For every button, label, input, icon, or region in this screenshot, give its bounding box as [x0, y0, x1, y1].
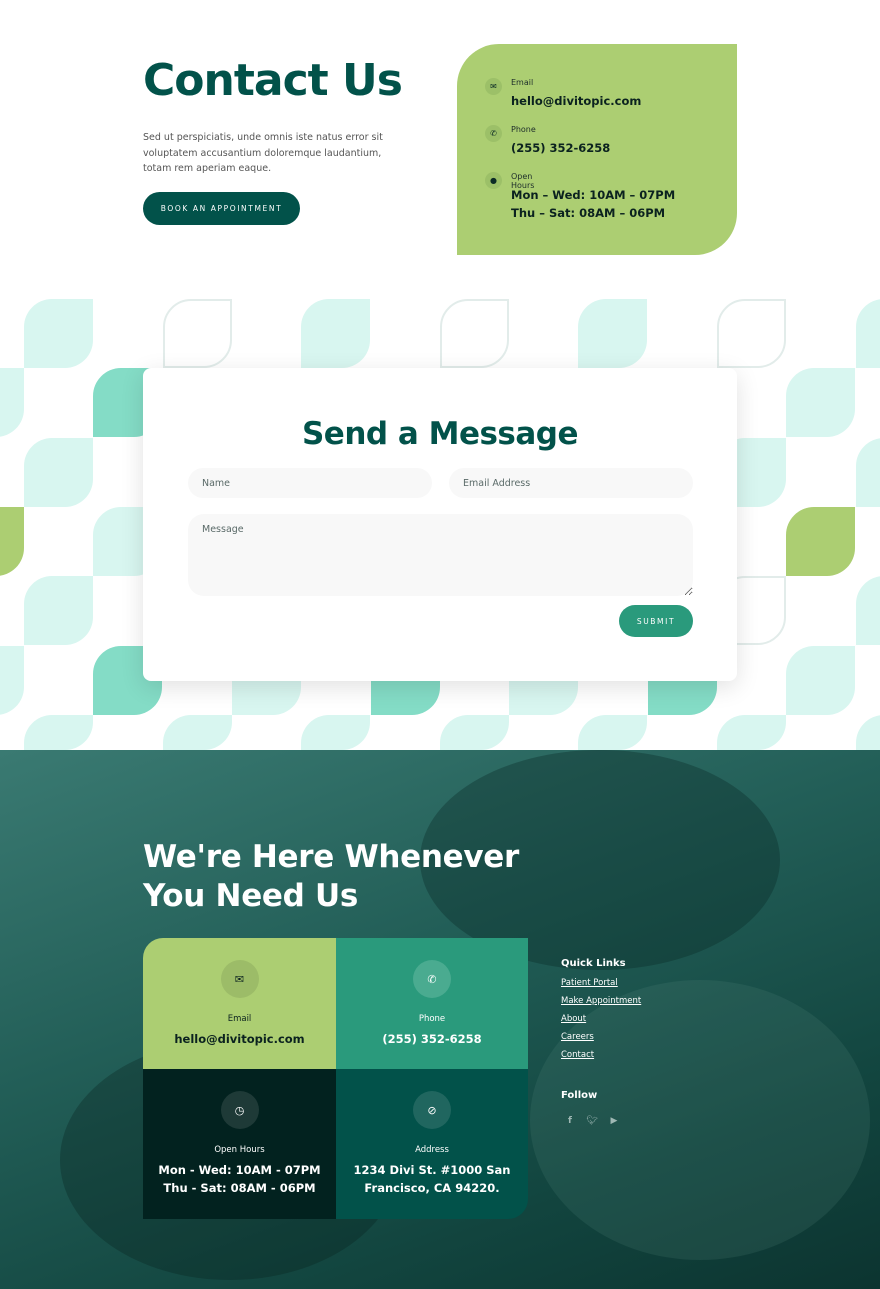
hours-cell: ◷ Open Hours Mon - Wed: 10AM - 07PM Thu -…	[143, 1069, 336, 1219]
link-make-appointment[interactable]: Make Appointment	[561, 996, 641, 1006]
clock-icon: ●	[485, 172, 502, 189]
link-patient-portal[interactable]: Patient Portal	[561, 978, 641, 988]
footer-title: We're Here Whenever You Need Us	[143, 839, 519, 914]
pattern-tile	[439, 299, 509, 368]
pattern-tile	[855, 437, 880, 507]
pattern-tile	[786, 645, 856, 715]
youtube-icon[interactable]: ▶	[606, 1116, 622, 1126]
pattern-tile	[855, 714, 880, 750]
envelope-icon: ✉	[220, 960, 259, 998]
follow-title: Follow	[561, 1090, 598, 1101]
pattern-tile	[717, 714, 786, 750]
phone-label: Phone	[511, 125, 536, 134]
name-input[interactable]	[188, 468, 432, 498]
pattern-tile	[0, 506, 24, 576]
book-appointment-button[interactable]: BOOK AN APPOINTMENT	[143, 192, 300, 225]
pattern-tile	[786, 506, 856, 576]
pattern-tile	[855, 576, 880, 646]
intro-text: Sed ut perspiciatis, unde omnis iste nat…	[143, 132, 383, 174]
footer-section: We're Here Whenever You Need Us ✉ Email …	[0, 750, 880, 1289]
link-about[interactable]: About	[561, 1014, 641, 1024]
link-contact[interactable]: Contact	[561, 1050, 641, 1060]
message-textarea[interactable]	[188, 514, 693, 596]
contact-grid: ✉ Email hello@divitopic.com ✆ Phone (255…	[143, 938, 528, 1219]
hours-line-2: Thu – Sat: 08AM – 06PM	[511, 206, 666, 220]
hours-line-1: Mon – Wed: 10AM – 07PM	[511, 188, 676, 202]
phone-value[interactable]: (255) 352-6258	[511, 139, 610, 157]
compass-icon: ⊘	[413, 1091, 451, 1129]
envelope-icon: ✉	[485, 78, 502, 95]
pattern-tile	[24, 437, 93, 507]
pattern-tile	[0, 368, 24, 438]
email-label: Email	[511, 78, 534, 87]
submit-button[interactable]: SUBMIT	[619, 605, 693, 637]
phone-cell: ✆ Phone (255) 352-6258	[336, 938, 528, 1069]
contact-info-card: ✉ Email hello@divitopic.com ✆ Phone (255…	[457, 44, 737, 255]
pattern-tile	[301, 299, 371, 368]
pattern-tile	[301, 714, 371, 750]
pattern-tile	[855, 299, 880, 368]
phone-icon: ✆	[485, 125, 502, 142]
pattern-tile	[578, 714, 648, 750]
email-cell: ✉ Email hello@divitopic.com	[143, 938, 336, 1069]
quick-links: Quick Links Patient Portal Make Appointm…	[561, 958, 642, 1060]
phone-icon: ✆	[413, 960, 451, 998]
email-input[interactable]	[449, 468, 693, 498]
pattern-tile	[24, 299, 93, 368]
facebook-icon[interactable]: f	[562, 1116, 578, 1126]
pattern-tile	[578, 299, 648, 368]
twitter-icon[interactable]: 🐦︎	[584, 1116, 600, 1126]
form-title: Send a Message	[301, 416, 579, 452]
email-value[interactable]: hello@divitopic.com	[511, 92, 641, 110]
page-title: Contact Us	[143, 55, 403, 106]
pattern-tile	[24, 714, 93, 750]
clock-icon: ◷	[220, 1091, 259, 1129]
pattern-tile	[162, 299, 232, 368]
pattern-tile	[162, 714, 232, 750]
link-careers[interactable]: Careers	[561, 1032, 641, 1042]
pattern-tile	[717, 299, 786, 368]
contact-form: Send a Message SUBMIT	[143, 368, 737, 681]
pattern-tile	[786, 368, 856, 438]
pattern-tile	[0, 645, 24, 715]
pattern-tile	[24, 576, 93, 646]
address-cell: ⊘ Address 1234 Divi St. #1000 San Francis…	[336, 1069, 528, 1219]
pattern-tile	[439, 714, 509, 750]
